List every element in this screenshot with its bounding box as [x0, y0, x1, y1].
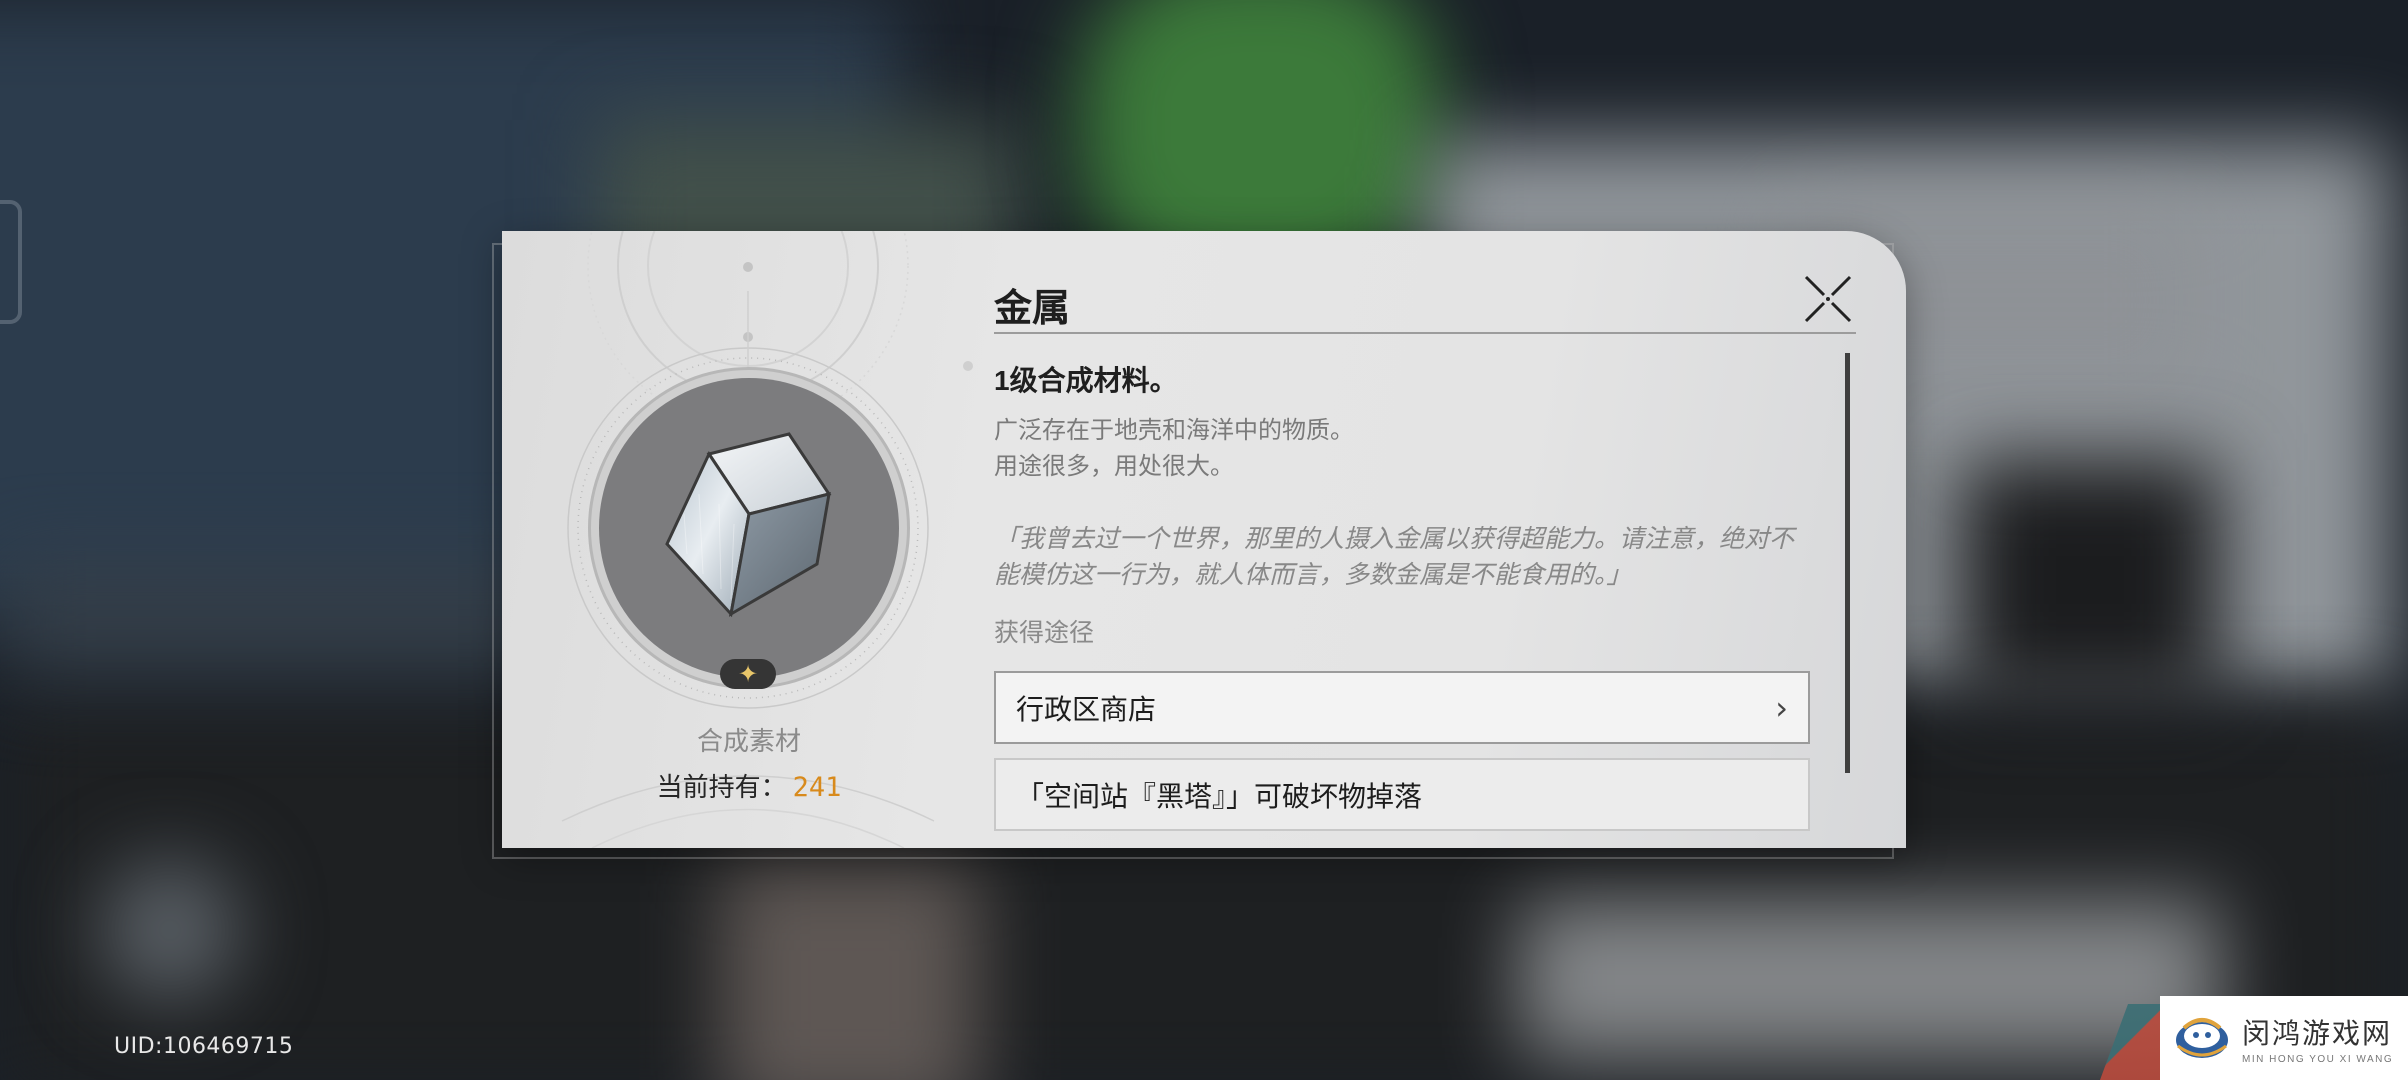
- source-button-shop[interactable]: 行政区商店 ›: [994, 671, 1810, 744]
- title-divider: [994, 332, 1856, 334]
- item-type-label: 合成素材: [696, 726, 801, 756]
- item-detail-dialog: ✦ 合成素材 当前持有： 241 金属 1级合成材料。 广泛存在于地壳和海洋中的物…: [502, 231, 1906, 848]
- rarity-badge: ✦: [720, 659, 776, 689]
- description-line: 用途很多，用处很大。: [994, 453, 1234, 480]
- held-count-row: 当前持有： 241: [502, 767, 996, 804]
- side-hex-decoration: [0, 200, 22, 324]
- description-line: 广泛存在于地壳和海洋中的物质。: [994, 417, 1354, 444]
- watermark-subtitle: MIN HONG YOU XI WANG: [2242, 1053, 2394, 1065]
- obtain-label: 获得途径: [994, 619, 1095, 647]
- item-description: 广泛存在于地壳和海洋中的物质。 用途很多，用处很大。: [994, 413, 1814, 485]
- close-icon[interactable]: [1802, 273, 1854, 325]
- metal-cube-icon: [665, 432, 832, 618]
- source-label: 行政区商店: [1016, 693, 1157, 725]
- scrollbar[interactable]: [1845, 353, 1850, 773]
- watermark-logo-icon: [2176, 1018, 2228, 1058]
- uid-label: UID:106469715: [114, 1034, 294, 1059]
- held-count: 241: [792, 772, 842, 803]
- source-button-space-station[interactable]: 「空间站『黑塔』」可破坏物掉落: [994, 758, 1810, 831]
- item-detail-scroll[interactable]: 1级合成材料。 广泛存在于地壳和海洋中的物质。 用途很多，用处很大。 「我曾去过…: [994, 345, 1814, 848]
- source-label: 「空间站『黑塔』」可破坏物掉落: [1016, 780, 1423, 812]
- watermark: 闵鸿游戏网 MIN HONG YOU XI WANG: [2160, 996, 2408, 1080]
- star-icon: ✦: [737, 660, 759, 688]
- chevron-right-icon: ›: [1775, 688, 1788, 727]
- watermark-title: 闵鸿游戏网: [2242, 1016, 2393, 1050]
- item-flavor-quote: 「我曾去过一个世界，那里的人摄入金属以获得超能力。请注意，绝对不能模仿这一行为，…: [994, 525, 1795, 589]
- item-title: 金属: [994, 288, 1071, 330]
- item-subtitle: 1级合成材料。: [994, 365, 1178, 396]
- item-icon-disc: [599, 378, 899, 678]
- held-label: 当前持有：: [656, 772, 787, 802]
